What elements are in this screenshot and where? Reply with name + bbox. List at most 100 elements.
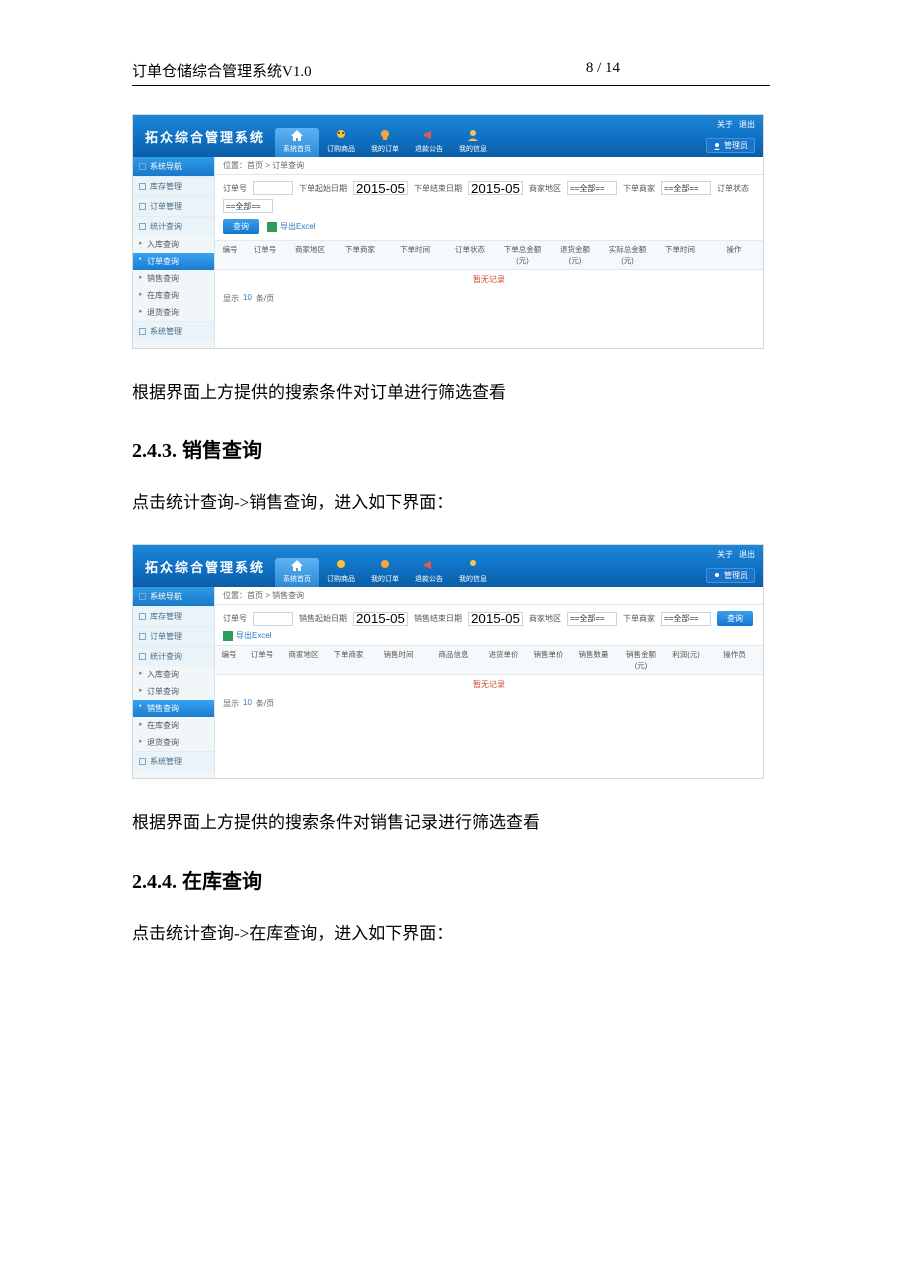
label-orderno: 订单号 xyxy=(223,183,247,194)
sidebar-item-order-query[interactable]: 订单查询 xyxy=(133,683,214,700)
sidebar-item-sales-query[interactable]: 销售查询 xyxy=(133,270,214,287)
doc-title: 订单仓储综合管理系统V1.0 xyxy=(132,60,312,81)
nav-purchase[interactable]: 订购商品 xyxy=(319,128,363,157)
app-logo: 拓众综合管理系统 xyxy=(133,557,275,576)
excel-icon xyxy=(223,631,233,641)
input-orderno[interactable] xyxy=(253,612,293,626)
square-icon xyxy=(139,183,146,190)
paragraph: 根据界面上方提供的搜索条件对订单进行筛选查看 xyxy=(132,379,770,406)
paragraph: 根据界面上方提供的搜索条件对销售记录进行筛选查看 xyxy=(132,809,770,836)
input-start-date[interactable] xyxy=(353,181,408,195)
export-link[interactable]: 导出Excel xyxy=(223,630,272,641)
square-icon xyxy=(139,593,146,600)
orders-icon xyxy=(377,558,393,572)
page-number: 8 / 14 xyxy=(586,60,770,81)
nav-orders[interactable]: 我的订单 xyxy=(363,128,407,157)
nav-profile[interactable]: 我的信息 xyxy=(451,128,495,157)
admin-badge[interactable]: 管理员 xyxy=(706,138,755,153)
table-header: 编号 订单号 商家地区 下单商家 销售时间 商品信息 进货单价 销售单价 销售数… xyxy=(215,645,763,675)
paragraph: 点击统计查询->销售查询，进入如下界面： xyxy=(132,489,770,516)
select-area[interactable]: ==全部== xyxy=(567,181,617,195)
label-start: 下单起始日期 xyxy=(299,183,347,194)
sidebar-item-inbound[interactable]: 入库查询 xyxy=(133,666,214,683)
sidebar-item-order-query[interactable]: 订单查询 xyxy=(133,253,214,270)
sidebar-item-inbound[interactable]: 入库查询 xyxy=(133,236,214,253)
nav-purchase-label: 订购商品 xyxy=(327,576,355,583)
nav-orders-label: 我的订单 xyxy=(371,146,399,153)
screenshot-sales-query: 拓众综合管理系统 系统首页 订购商品 我的订单 退款公告 我的信息 xyxy=(132,544,764,779)
orders-icon xyxy=(377,128,393,142)
nav-profile[interactable]: 我的信息 xyxy=(451,558,495,587)
nav-announce[interactable]: 退款公告 xyxy=(407,128,451,157)
sidebar-item-stock-query[interactable]: 在库查询 xyxy=(133,287,214,304)
nav-home[interactable]: 系统首页 xyxy=(275,558,319,587)
user-icon xyxy=(465,128,481,142)
query-button[interactable]: 查询 xyxy=(717,611,753,626)
sidebar-group-system[interactable]: 系统管理 xyxy=(133,752,214,771)
sidebar-group-inventory[interactable]: 库存管理 xyxy=(133,177,214,196)
nav-home[interactable]: 系统首页 xyxy=(275,128,319,157)
select-buyer[interactable]: ==全部== xyxy=(661,181,711,195)
admin-label: 管理员 xyxy=(724,570,748,581)
pager: 显示 10 条/页 xyxy=(215,694,763,713)
export-link[interactable]: 导出Excel xyxy=(267,221,316,232)
nav-announce[interactable]: 退款公告 xyxy=(407,558,451,587)
screenshot-order-query: 拓众综合管理系统 系统首页 订购商品 我的订单 退款公告 xyxy=(132,114,764,349)
no-data-text: 暂无记录 xyxy=(215,675,763,694)
person-icon xyxy=(713,572,721,580)
link-about[interactable]: 关于 xyxy=(717,549,733,560)
sidebar-item-return-query[interactable]: 退货查询 xyxy=(133,734,214,751)
top-nav: 拓众综合管理系统 系统首页 订购商品 我的订单 退款公告 我的信息 xyxy=(133,545,763,587)
admin-badge[interactable]: 管理员 xyxy=(706,568,755,583)
breadcrumb: 位置：首页 > 销售查询 xyxy=(215,587,763,605)
sidebar-item-stock-query[interactable]: 在库查询 xyxy=(133,717,214,734)
sidebar-group-stats[interactable]: 统计查询 xyxy=(133,217,214,236)
sidebar-group-system[interactable]: 系统管理 xyxy=(133,322,214,341)
link-logout[interactable]: 退出 xyxy=(739,119,755,130)
input-end-date[interactable] xyxy=(468,612,523,626)
excel-icon xyxy=(267,222,277,232)
table-header: 编号 订单号 商家地区 下单商家 下单时间 订单状态 下单总金额(元) 退货金额… xyxy=(215,240,763,270)
nav-profile-label: 我的信息 xyxy=(459,576,487,583)
input-orderno[interactable] xyxy=(253,181,293,195)
label-start: 销售起始日期 xyxy=(299,613,347,624)
link-about[interactable]: 关于 xyxy=(717,119,733,130)
label-area: 商家地区 xyxy=(529,183,561,194)
breadcrumb: 位置：首页 > 订单查询 xyxy=(215,157,763,175)
select-area[interactable]: ==全部== xyxy=(567,612,617,626)
top-nav: 拓众综合管理系统 系统首页 订购商品 我的订单 退款公告 xyxy=(133,115,763,157)
input-start-date[interactable] xyxy=(353,612,408,626)
page-size[interactable]: 10 xyxy=(243,698,252,709)
query-button[interactable]: 查询 xyxy=(223,219,259,234)
nav-orders[interactable]: 我的订单 xyxy=(363,558,407,587)
select-status[interactable]: ==全部== xyxy=(223,199,273,213)
filter-bar: 订单号 下单起始日期 下单结束日期 商家地区 ==全部== 下单商家 ==全部=… xyxy=(215,175,763,217)
paragraph: 点击统计查询->在库查询，进入如下界面： xyxy=(132,920,770,947)
cart-icon xyxy=(333,128,349,142)
nav-purchase[interactable]: 订购商品 xyxy=(319,558,363,587)
admin-label: 管理员 xyxy=(724,140,748,151)
user-icon xyxy=(465,558,481,572)
pager: 显示 10 条/页 xyxy=(215,289,763,308)
square-icon xyxy=(139,613,146,620)
sidebar-item-sales-query[interactable]: 销售查询 xyxy=(133,700,214,717)
sidebar: 系统导航 库存管理 订单管理 统计查询 入库查询 订单查询 销售查询 在库查询 … xyxy=(133,587,215,778)
sidebar-group-stats[interactable]: 统计查询 xyxy=(133,647,214,666)
page-size[interactable]: 10 xyxy=(243,293,252,304)
square-icon xyxy=(139,633,146,640)
input-end-date[interactable] xyxy=(468,181,523,195)
square-icon xyxy=(139,758,146,765)
sidebar-group-orders[interactable]: 订单管理 xyxy=(133,197,214,216)
section-heading-243: 2.4.3. 销售查询 xyxy=(132,434,770,463)
label-status: 订单状态 xyxy=(717,183,749,194)
sidebar-group-inventory[interactable]: 库存管理 xyxy=(133,607,214,626)
sidebar-group-orders[interactable]: 订单管理 xyxy=(133,627,214,646)
sidebar-title: 系统导航 xyxy=(133,587,214,606)
nav-home-label: 系统首页 xyxy=(283,146,311,153)
nav-profile-label: 我的信息 xyxy=(459,146,487,153)
link-logout[interactable]: 退出 xyxy=(739,549,755,560)
nav-announce-label: 退款公告 xyxy=(415,576,443,583)
label-end: 下单结束日期 xyxy=(414,183,462,194)
select-buyer[interactable]: ==全部== xyxy=(661,612,711,626)
sidebar-item-return-query[interactable]: 退货查询 xyxy=(133,304,214,321)
